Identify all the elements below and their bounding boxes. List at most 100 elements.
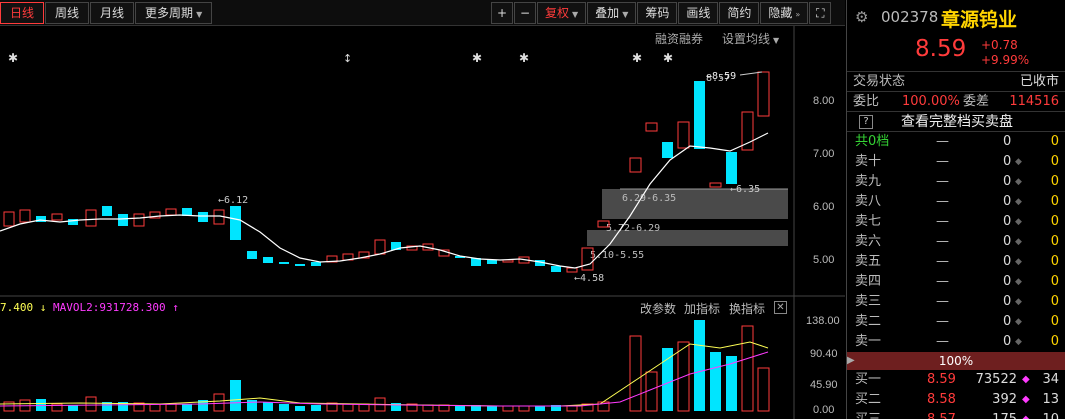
adjust-price-button[interactable]: 复权 ▼	[537, 2, 587, 24]
candle-up	[165, 208, 177, 216]
ask-row: 卖四 —0 ◆ 0	[847, 272, 1065, 292]
volume-bar-up	[645, 371, 658, 412]
stock-name: 章源钨业	[941, 9, 1018, 31]
add-indicator-button[interactable]: 加指标	[684, 300, 720, 317]
chart-toolbar: 日线 周线 月线 更多周期 ▼ + − 复权 ▼ 叠加 ▼ 筹码 画线 简约 隐藏» …	[0, 0, 845, 26]
bid-count: 34	[1042, 372, 1059, 387]
candle-up	[133, 213, 145, 227]
volume-bar-down	[535, 406, 545, 411]
mavol2-value: MAVOL2:931728.300	[53, 301, 166, 314]
tab-monthly[interactable]: 月线	[90, 2, 135, 24]
price-annotation: ←4.58	[574, 273, 604, 284]
ask-volume: 0	[1003, 174, 1012, 189]
ask-count: 0	[1050, 294, 1059, 309]
bullet-icon: ◆	[1015, 217, 1022, 227]
draw-line-button[interactable]: 画线	[678, 2, 719, 24]
ask-row: 卖九 —0 ◆ 0	[847, 172, 1065, 192]
candle-down	[726, 152, 737, 184]
question-icon[interactable]: ?	[859, 115, 873, 129]
price-axis-label: 6.00	[813, 201, 834, 213]
ask-price: —	[936, 254, 949, 269]
bid-list: 买一 8.59 73522 ◆ 34 买二 8.58 392 ◆ 13 买三 8.57 175 ◆ 10	[847, 370, 1065, 419]
event-marker-icon[interactable]: ✱	[8, 51, 18, 65]
candle-up	[757, 71, 770, 117]
edit-params-button[interactable]: 改参数	[640, 300, 676, 317]
more-periods-label: 更多周期	[145, 6, 194, 20]
price-annotation-value: 6.12	[224, 195, 248, 206]
triangle-right-icon: ▶	[847, 355, 855, 366]
close-indicator-icon[interactable]: ✕	[774, 301, 787, 314]
ask-row: 卖十 —0 ◆ 0	[847, 152, 1065, 172]
event-marker-icon[interactable]: ✱	[472, 51, 482, 65]
hide-button[interactable]: 隐藏»	[760, 2, 809, 24]
expand-icon[interactable]: ⛶	[809, 2, 832, 24]
ask-volume: 0	[1003, 294, 1012, 309]
ask-count: 0	[1050, 194, 1059, 209]
candle-down	[279, 262, 289, 264]
double-chevron-right-icon: »	[795, 10, 801, 19]
overlay-button[interactable]: 叠加 ▼	[587, 2, 637, 24]
bid-count: 10	[1042, 410, 1059, 419]
margin-trading-link[interactable]: 融资融券	[655, 30, 703, 47]
ask-price: —	[936, 194, 949, 209]
dropdown-arrow-icon: ▼	[572, 10, 579, 19]
event-marker-icon[interactable]: ✱	[632, 51, 642, 65]
tab-weekly[interactable]: 周线	[45, 2, 90, 24]
full-book-row[interactable]: ? 查看完整档买卖盘	[847, 112, 1065, 132]
candle-up	[19, 209, 31, 223]
volume-bar-down	[487, 406, 497, 411]
down-arrow-icon: ↓	[39, 301, 47, 314]
ask-row: 卖二 —0 ◆ 0	[847, 312, 1065, 332]
ask-count: 0	[1050, 254, 1059, 269]
order-ratio-label: 委比	[853, 94, 880, 109]
tab-more-periods[interactable]: 更多周期 ▼	[135, 2, 213, 24]
volume-bar-up	[502, 405, 514, 412]
bid-ask-ratio-value: 100%	[938, 354, 974, 368]
swap-indicator-button[interactable]: 换指标	[729, 300, 765, 317]
zoom-in-button[interactable]: +	[491, 2, 513, 24]
kline-chart[interactable]: 8.00 7.00 6.00 5.00 138.00 90.40 45.90 0…	[0, 26, 845, 419]
ask-label: 卖六	[855, 234, 882, 249]
bullet-icon: ◆	[1015, 337, 1022, 347]
candle-up	[51, 213, 63, 221]
bullet-icon: ◆	[1015, 177, 1022, 187]
bid-label: 买三	[855, 410, 881, 419]
price-annotation: ←8.59	[706, 71, 736, 82]
bid-price: 8.58	[927, 392, 956, 407]
level-volume: 0	[1003, 134, 1012, 149]
period-tabs: 日线 周线 月线 更多周期 ▼	[0, 2, 213, 24]
full-book-link[interactable]: 查看完整档买卖盘	[901, 112, 1013, 132]
zoom-out-button[interactable]: −	[514, 2, 536, 24]
candle-down	[118, 214, 128, 226]
candle-down	[694, 81, 705, 149]
event-marker-icon[interactable]: ↕	[343, 52, 352, 65]
bullet-icon: ◆	[1022, 410, 1030, 419]
event-marker-icon[interactable]: ✱	[519, 51, 529, 65]
volume-bar-up	[165, 403, 177, 412]
tab-daily[interactable]: 日线	[0, 2, 45, 24]
gear-icon[interactable]: ⚙	[855, 8, 868, 26]
volume-bar-up	[149, 403, 161, 412]
volume-bar-up	[629, 335, 642, 412]
ask-count: 0	[1050, 334, 1059, 349]
kline-chart-area[interactable]: 8.00 7.00 6.00 5.00 138.00 90.40 45.90 0…	[0, 26, 845, 419]
ask-row: 卖七 —0 ◆ 0	[847, 212, 1065, 232]
bullet-icon: ◆	[1015, 297, 1022, 307]
event-marker-icon[interactable]: ✱	[663, 51, 673, 65]
volume-legend: 7.400 ↓ MAVOL2:931728.300 ↑	[0, 301, 179, 314]
ask-volume: 0	[1003, 154, 1012, 169]
candle-down	[662, 142, 673, 158]
ask-label: 卖一	[855, 334, 882, 349]
bid-volume: 392	[992, 392, 1017, 407]
price-annotation-value: 8.59	[712, 71, 736, 82]
bullet-icon: ◆	[1015, 257, 1022, 267]
ma-settings-link[interactable]: 设置均线 ▼	[722, 30, 779, 47]
volume-bars	[3, 320, 770, 412]
ask-label: 卖九	[855, 174, 882, 189]
simple-mode-button[interactable]: 简约	[719, 2, 760, 24]
bid-row: 买三 8.57 175 ◆ 10	[847, 410, 1065, 419]
chips-button[interactable]: 筹码	[637, 2, 678, 24]
candle-up	[645, 122, 658, 132]
candle-up	[374, 239, 386, 255]
bid-ask-ratio-bar: ▶ 100%	[847, 352, 1065, 370]
